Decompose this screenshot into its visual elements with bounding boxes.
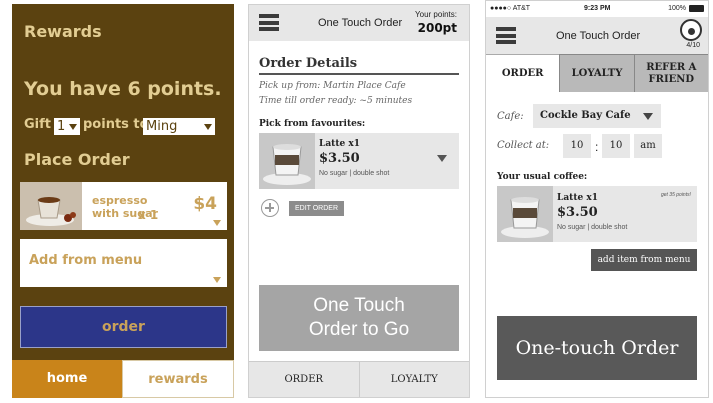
latte-photo: [259, 133, 315, 189]
loyalty-count: 4/10: [686, 42, 700, 49]
favourite-item-select[interactable]: Latte x1 $3.50 No sugar | double shot: [259, 133, 459, 189]
pickup-info: Pick up from: Martin Place Cafe: [259, 81, 406, 91]
collect-label: Collect at:: [497, 140, 550, 151]
latte-photo: [497, 186, 553, 242]
tab-home[interactable]: home: [12, 360, 122, 398]
tab-order[interactable]: ORDER: [249, 362, 359, 397]
usual-options: No sugar | double shot: [557, 224, 628, 231]
tab-loyalty[interactable]: LOYALTY: [559, 54, 634, 92]
espresso-photo: [20, 182, 82, 230]
item-name: espresso with sugar: [92, 194, 158, 220]
item-quantity: x 1: [138, 208, 159, 222]
usual-coffee-card[interactable]: Latte x1 get 35 points! $3.50 No sugar |…: [497, 186, 697, 242]
points-to-label: points to: [83, 117, 149, 132]
rewards-screen: Rewards You have 6 points. Gift 1 points…: [12, 4, 234, 398]
battery-icon: [689, 5, 704, 12]
chevron-down-icon: [204, 124, 212, 130]
bonus-note: get 35 points!: [660, 192, 691, 198]
hour-field[interactable]: 10: [563, 134, 591, 158]
button-line-1: One Touch: [313, 295, 405, 316]
points-summary: You have 6 points.: [24, 78, 222, 100]
tab-rewards[interactable]: rewards: [122, 360, 234, 398]
button-line-2: Order to Go: [308, 319, 410, 340]
tab-refer-a-friend[interactable]: REFER A FRIEND: [633, 54, 708, 92]
ampm-field[interactable]: am: [634, 134, 662, 158]
bottom-tab-bar: ORDER LOYALTY: [249, 361, 469, 397]
cafe-select[interactable]: Cockle Bay Cafe: [533, 104, 661, 128]
top-tab-bar: ORDER LOYALTY REFER A FRIEND: [486, 54, 708, 92]
cafe-label: Cafe:: [497, 111, 524, 122]
chevron-down-icon[interactable]: [213, 220, 221, 226]
loyalty-progress-icon: [680, 19, 702, 41]
chevron-down-icon: [643, 113, 653, 120]
battery-text: 100%: [668, 5, 686, 12]
order-details-heading: Order Details: [259, 56, 459, 75]
points-value: 200pt: [417, 21, 457, 35]
item-price: $4: [193, 194, 217, 214]
time-separator: :: [595, 140, 599, 154]
chevron-down-icon: [437, 155, 447, 162]
favourite-price: $3.50: [319, 151, 360, 166]
chevron-down-icon: [69, 124, 77, 130]
tab-order[interactable]: ORDER: [486, 54, 560, 92]
bottom-tab-bar: home rewards: [12, 360, 234, 398]
gift-quantity-select[interactable]: 1: [54, 118, 80, 135]
one-touch-order-button[interactable]: One-touch Order: [497, 316, 697, 380]
clock-text: 9:23 PM: [584, 5, 611, 12]
gift-recipient-select[interactable]: Ming: [143, 118, 215, 135]
add-icon[interactable]: [261, 199, 279, 217]
usual-coffee-label: Your usual coffee:: [497, 172, 588, 182]
page-title: Rewards: [24, 22, 102, 41]
gift-label: Gift: [24, 117, 51, 132]
order-details-screen: One Touch Order Your points: 200pt Order…: [248, 4, 470, 398]
ready-time-info: Time till order ready: ~5 minutes: [259, 96, 413, 106]
favourite-name: Latte x1: [319, 139, 360, 149]
hamburger-menu-icon[interactable]: [496, 27, 516, 44]
add-from-menu-select[interactable]: Add from menu: [20, 239, 227, 287]
usual-name: Latte x1: [557, 193, 598, 203]
tab-loyalty[interactable]: LOYALTY: [358, 362, 470, 397]
edit-order-button[interactable]: EDIT ORDER: [289, 201, 344, 216]
order-button[interactable]: order: [20, 306, 227, 348]
favourite-options: No sugar | double shot: [319, 170, 390, 177]
order-item[interactable]: espresso with sugar x 1 $4: [20, 182, 227, 230]
header-bar: One Touch Order Your points: 200pt: [249, 5, 469, 41]
minute-field[interactable]: 10: [602, 134, 630, 158]
chevron-down-icon: [213, 277, 221, 283]
header-title: One Touch Order: [556, 30, 641, 42]
header-title: One Touch Order: [318, 17, 403, 29]
order-screen-mobile: ●●●●○ AT&T 9:23 PM 100% One Touch Order …: [485, 0, 709, 398]
one-touch-order-button[interactable]: One Touch Order to Go: [259, 285, 459, 351]
add-item-from-menu-button[interactable]: add item from menu: [591, 249, 697, 271]
usual-price: $3.50: [557, 205, 598, 220]
gift-row: Gift: [24, 117, 51, 132]
place-order-heading: Place Order: [24, 150, 130, 169]
recipient-value: Ming: [146, 119, 178, 134]
header-bar: One Touch Order 4/10: [486, 17, 708, 54]
hamburger-menu-icon[interactable]: [259, 14, 279, 31]
carrier-text: ●●●●○ AT&T: [490, 5, 531, 12]
favourites-label: Pick from favourites:: [259, 119, 366, 129]
status-bar: ●●●●○ AT&T 9:23 PM 100%: [486, 1, 708, 17]
add-from-menu-label: Add from menu: [29, 253, 143, 268]
gift-quantity-value: 1: [57, 119, 66, 134]
points-label: Your points:: [415, 10, 457, 19]
cafe-value: Cockle Bay Cafe: [540, 110, 631, 121]
